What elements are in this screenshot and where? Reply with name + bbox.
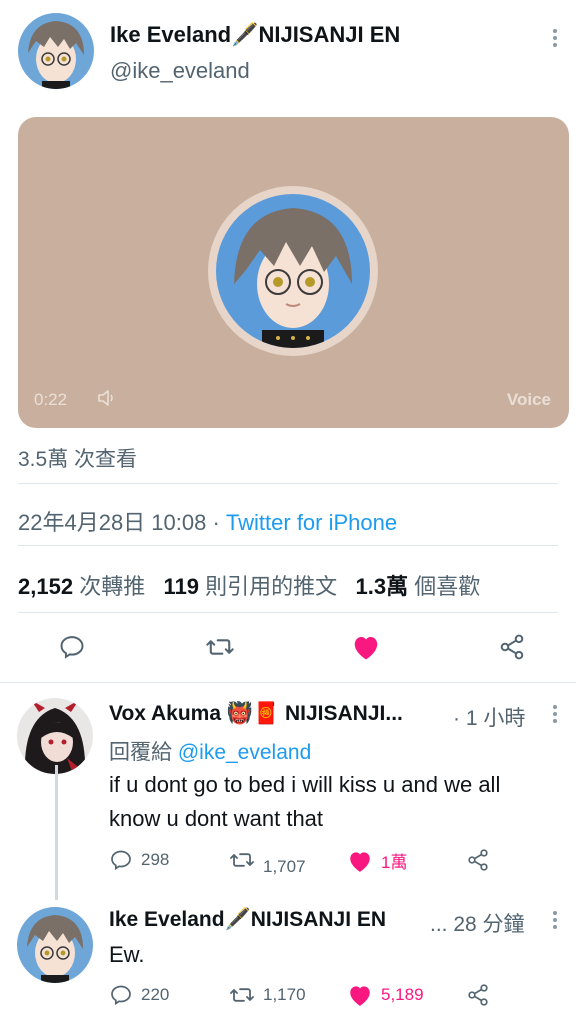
voice-badge: Voice: [506, 390, 551, 409]
reply-to: 回覆給 @ike_eveland: [109, 736, 311, 766]
reply-likes-count: 5,189: [381, 985, 424, 1004]
like-icon: [350, 851, 370, 872]
reply-replies-count: 298: [141, 850, 170, 869]
divider: [18, 545, 558, 546]
reply-time[interactable]: ... 28 分鐘: [430, 908, 525, 938]
reply-like-action[interactable]: 1萬: [347, 848, 407, 873]
quotes-count: 119: [163, 574, 200, 599]
author-name[interactable]: Ike Eveland🖋️NIJISANJI EN: [110, 22, 400, 48]
reply-time[interactable]: · 1 小時: [453, 702, 525, 732]
like-icon: [350, 986, 370, 1006]
likes-stat[interactable]: 1.3萬 個喜歡: [356, 574, 481, 599]
reply-share-action[interactable]: [466, 983, 490, 1007]
author-avatar[interactable]: [18, 13, 94, 89]
retweet-icon[interactable]: [202, 629, 238, 665]
reply-likes-count: 1萬: [381, 853, 408, 872]
likes-count: 1.3萬: [355, 574, 409, 599]
reply-retweets-count: 1,170: [263, 985, 306, 1004]
reply-retweet-action[interactable]: 1,170: [229, 983, 306, 1007]
tweet-date[interactable]: 22年4月28日 10:08: [18, 510, 206, 535]
more-options-icon[interactable]: [553, 26, 557, 50]
voice-tweet-media[interactable]: 0:22 Voice: [18, 117, 569, 428]
quotes-stat[interactable]: 119 則引用的推文: [164, 574, 338, 599]
reply-icon[interactable]: [54, 629, 90, 665]
share-icon[interactable]: [494, 629, 530, 665]
reply-replies-count: 220: [141, 985, 170, 1004]
reply-share-action[interactable]: [466, 848, 490, 872]
reply-text-line-2: know u dont want that: [109, 806, 324, 831]
likes-label: 個喜歡: [414, 574, 481, 599]
retweets-label: 次轉推: [79, 574, 146, 599]
reply-reply-action[interactable]: 220: [109, 983, 169, 1007]
thread-line: [55, 765, 58, 900]
reply-text-line-1: Ew.: [109, 942, 145, 967]
reply-avatar[interactable]: [17, 698, 93, 774]
share-icon: [468, 984, 488, 1006]
reply-icon: [111, 985, 131, 1006]
author-handle[interactable]: @ike_eveland: [110, 58, 250, 84]
retweet-icon: [230, 853, 254, 867]
reply-author-name[interactable]: Vox Akuma 👹🧧 NIJISANJI...: [109, 702, 403, 726]
divider: [18, 612, 558, 613]
divider: [0, 682, 576, 683]
retweet-icon: [230, 988, 254, 1002]
speaker-icon[interactable]: [96, 387, 118, 414]
retweets-count: 2,152: [18, 574, 74, 599]
reply-icon: [111, 850, 131, 871]
reply-retweet-action[interactable]: 1,707: [229, 848, 306, 876]
timestamp-row: 22年4月28日 10:08 · Twitter for iPhone: [18, 505, 397, 537]
reply-like-action[interactable]: 5,189: [347, 983, 424, 1007]
more-options-icon[interactable]: [553, 702, 557, 726]
reply-reply-action[interactable]: 298: [109, 848, 169, 872]
reply-author-name[interactable]: Ike Eveland🖋️NIJISANJI EN: [109, 908, 386, 932]
tweet-source[interactable]: Twitter for iPhone: [226, 510, 397, 535]
reply-to-handle[interactable]: @ike_eveland: [178, 741, 311, 764]
media-duration: 0:22: [34, 390, 68, 409]
more-options-icon[interactable]: [553, 908, 557, 932]
quotes-label: 則引用的推文: [205, 574, 338, 599]
retweets-stat[interactable]: 2,152 次轉推: [18, 574, 145, 599]
stats-row: 2,152 次轉推 119 則引用的推文 1.3萬 個喜歡: [18, 569, 480, 601]
divider: [18, 483, 558, 484]
share-icon: [468, 849, 488, 871]
separator: ·: [212, 510, 220, 535]
voice-avatar: [208, 186, 378, 356]
reply-avatar[interactable]: [17, 907, 93, 983]
reply-to-prefix: 回覆給: [109, 741, 172, 764]
like-icon[interactable]: [348, 629, 384, 665]
reply-retweets-count: 1,707: [263, 857, 306, 876]
view-count[interactable]: 3.5萬 次查看: [18, 443, 137, 473]
reply-text-line-1: if u dont go to bed i will kiss u and we…: [109, 772, 501, 797]
